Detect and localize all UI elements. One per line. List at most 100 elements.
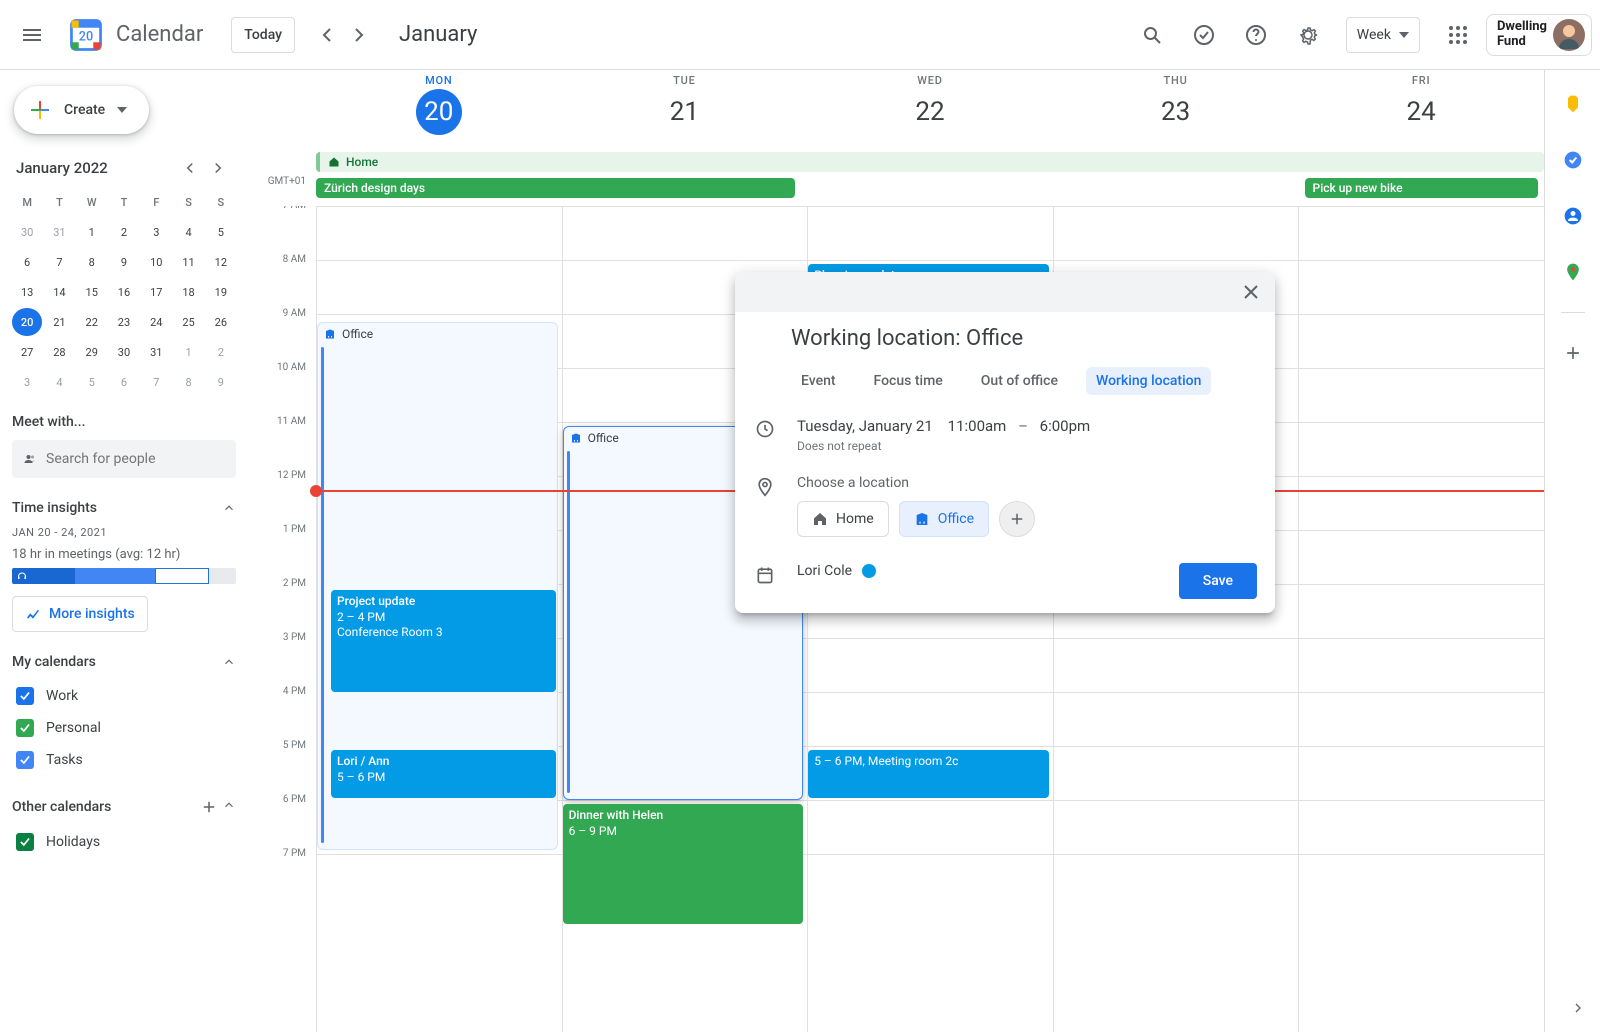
mini-day[interactable]: 18: [173, 278, 203, 306]
day-header-cell[interactable]: THU23: [1053, 70, 1299, 150]
day-header-cell[interactable]: WED22: [807, 70, 1053, 150]
keep-button[interactable]: [1553, 84, 1593, 124]
mini-day[interactable]: 28: [44, 338, 74, 366]
contacts-button[interactable]: [1553, 196, 1593, 236]
event-lori-ann[interactable]: Lori / Ann 5 – 6 PM: [331, 750, 556, 798]
mini-day[interactable]: 3: [141, 218, 171, 246]
allday-event-pickup[interactable]: Pick up new bike: [1305, 178, 1538, 198]
my-calendars-header[interactable]: My calendars: [12, 654, 236, 670]
popup-datetime[interactable]: Tuesday, January 21 11:00am – 6:00pm: [797, 417, 1090, 435]
mini-day[interactable]: 9: [206, 368, 236, 396]
calendar-item[interactable]: Personal: [12, 712, 236, 744]
mini-day[interactable]: 20: [12, 308, 42, 336]
mini-day[interactable]: 14: [44, 278, 74, 306]
mini-next-button[interactable]: [204, 154, 232, 182]
hide-side-panel-button[interactable]: [1562, 992, 1594, 1024]
mini-day[interactable]: 30: [12, 218, 42, 246]
close-popup-button[interactable]: [1233, 274, 1269, 310]
other-calendars-header[interactable]: Other calendars: [12, 798, 236, 816]
mini-day[interactable]: 8: [77, 248, 107, 276]
view-switcher[interactable]: Week: [1346, 17, 1420, 53]
mini-day[interactable]: 6: [12, 248, 42, 276]
mini-day[interactable]: 6: [109, 368, 139, 396]
plus-icon[interactable]: [200, 798, 218, 816]
calendar-item-holidays[interactable]: Holidays: [12, 826, 236, 858]
mini-day[interactable]: 1: [173, 338, 203, 366]
mini-day[interactable]: 27: [12, 338, 42, 366]
timezone-label: GMT+01: [256, 176, 312, 187]
account-chip[interactable]: Dwelling Fund: [1486, 14, 1592, 56]
calendar-item[interactable]: Work: [12, 680, 236, 712]
mini-day[interactable]: 22: [77, 308, 107, 336]
mini-day[interactable]: 10: [141, 248, 171, 276]
event-project-update[interactable]: Project update 2 – 4 PM Conference Room …: [331, 590, 556, 692]
mini-day[interactable]: 5: [77, 368, 107, 396]
get-addons-button[interactable]: [1553, 333, 1593, 373]
mini-day[interactable]: 26: [206, 308, 236, 336]
day-column-mon[interactable]: Office Project update 2 – 4 PM Conferenc…: [316, 206, 562, 1032]
mini-day[interactable]: 8: [173, 368, 203, 396]
mini-day[interactable]: 17: [141, 278, 171, 306]
event-dinner[interactable]: Dinner with Helen 6 – 9 PM: [563, 804, 804, 924]
mini-day[interactable]: 2: [206, 338, 236, 366]
tasks-button[interactable]: [1553, 140, 1593, 180]
maps-button[interactable]: [1553, 252, 1593, 292]
mini-day[interactable]: 12: [206, 248, 236, 276]
mini-day[interactable]: 30: [109, 338, 139, 366]
location-option-office[interactable]: Office: [899, 501, 989, 537]
mini-day[interactable]: 19: [206, 278, 236, 306]
mini-day[interactable]: 31: [141, 338, 171, 366]
allday-home-chip[interactable]: Home: [316, 152, 1544, 172]
day-header-cell[interactable]: TUE21: [562, 70, 808, 150]
mini-day[interactable]: 24: [141, 308, 171, 336]
mini-day[interactable]: 11: [173, 248, 203, 276]
mini-day[interactable]: 29: [77, 338, 107, 366]
mini-day[interactable]: 25: [173, 308, 203, 336]
next-period-button[interactable]: [343, 19, 375, 51]
day-header-cell[interactable]: MON20: [316, 70, 562, 150]
main-menu-button[interactable]: [8, 11, 56, 59]
mini-day[interactable]: 4: [44, 368, 74, 396]
create-button[interactable]: Create: [14, 86, 149, 134]
popup-calendar-selector[interactable]: Lori Cole: [797, 563, 876, 579]
mini-day[interactable]: 9: [109, 248, 139, 276]
mini-day[interactable]: 21: [44, 308, 74, 336]
search-people-input[interactable]: [46, 451, 224, 467]
popup-tab[interactable]: Event: [791, 367, 846, 395]
popup-repeat[interactable]: Does not repeat: [797, 439, 1090, 453]
day-column-fri[interactable]: [1298, 206, 1544, 1032]
add-location-button[interactable]: [999, 501, 1035, 537]
day-header-cell[interactable]: FRI24: [1298, 70, 1544, 150]
mini-day[interactable]: 1: [77, 218, 107, 246]
google-apps-button[interactable]: [1434, 11, 1482, 59]
popup-tab[interactable]: Focus time: [864, 367, 953, 395]
mini-day[interactable]: 5: [206, 218, 236, 246]
search-button[interactable]: [1128, 11, 1176, 59]
settings-button[interactable]: [1284, 11, 1332, 59]
mini-day[interactable]: 16: [109, 278, 139, 306]
mini-prev-button[interactable]: [176, 154, 204, 182]
event-meeting-room[interactable]: 5 – 6 PM, Meeting room 2c: [808, 750, 1049, 798]
prev-period-button[interactable]: [311, 19, 343, 51]
time-insights-header[interactable]: Time insights: [12, 500, 236, 516]
mini-day[interactable]: 31: [44, 218, 74, 246]
mini-day[interactable]: 4: [173, 218, 203, 246]
more-insights-button[interactable]: More insights: [12, 596, 148, 632]
popup-tab[interactable]: Out of office: [971, 367, 1068, 395]
allday-event-zurich[interactable]: Zürich design days: [316, 178, 795, 198]
today-button[interactable]: Today: [231, 17, 295, 53]
mini-day[interactable]: 13: [12, 278, 42, 306]
tasks-header-button[interactable]: [1180, 11, 1228, 59]
mini-day[interactable]: 15: [77, 278, 107, 306]
mini-day[interactable]: 7: [141, 368, 171, 396]
mini-day[interactable]: 7: [44, 248, 74, 276]
search-people-field[interactable]: [12, 440, 236, 478]
support-button[interactable]: [1232, 11, 1280, 59]
mini-day[interactable]: 3: [12, 368, 42, 396]
mini-day[interactable]: 2: [109, 218, 139, 246]
popup-tab[interactable]: Working location: [1086, 367, 1211, 395]
calendar-item[interactable]: Tasks: [12, 744, 236, 776]
location-option-home[interactable]: Home: [797, 501, 889, 537]
mini-day[interactable]: 23: [109, 308, 139, 336]
save-button[interactable]: Save: [1179, 563, 1257, 599]
